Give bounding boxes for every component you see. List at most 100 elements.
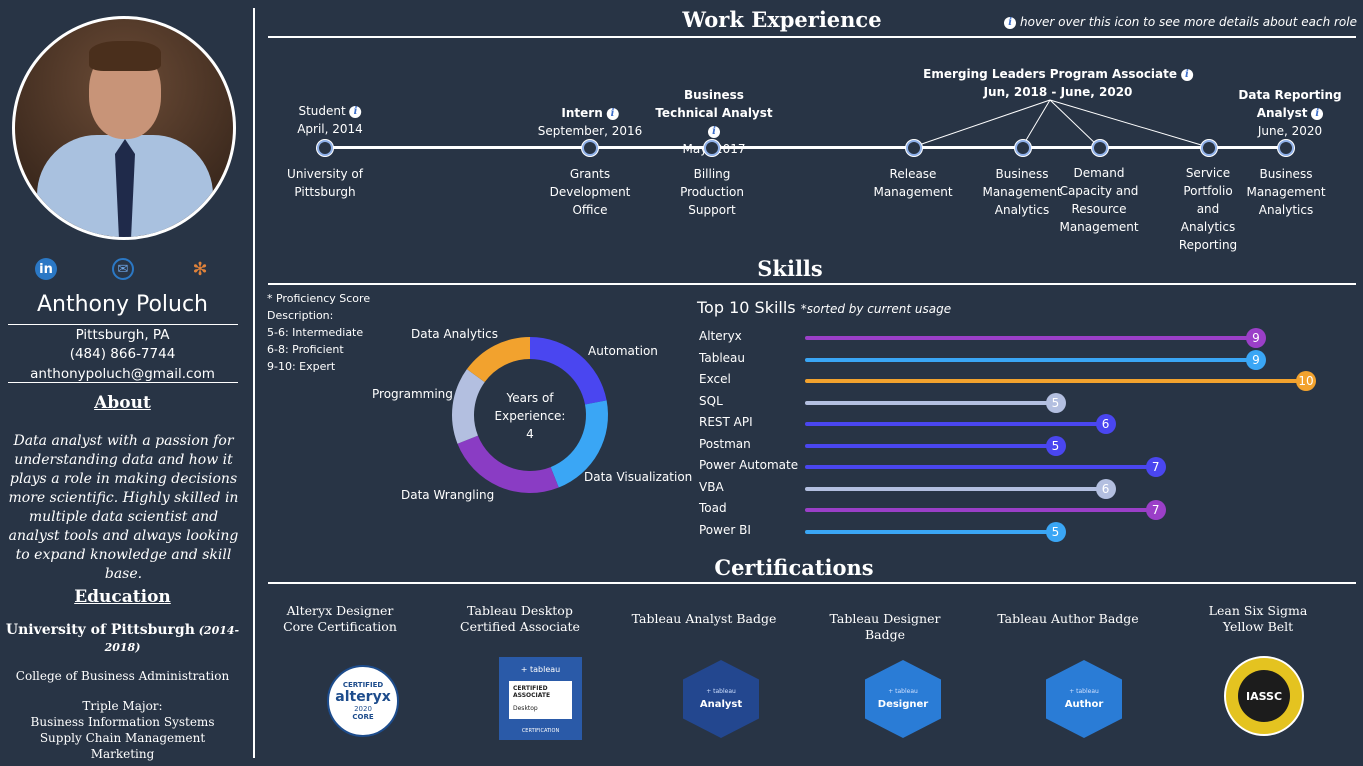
role-title: Intern	[561, 106, 603, 120]
timeline-dot[interactable]	[1092, 140, 1108, 156]
rotation-description: Service Portfolio and Analytics Reportin…	[1178, 166, 1238, 252]
skill-score[interactable]: 5	[1045, 435, 1066, 456]
skill-label: Postman	[699, 436, 751, 451]
skill-bar[interactable]	[805, 400, 1056, 405]
donut-label: Data Analytics	[411, 327, 498, 341]
rotation-description: Business Management Analytics	[982, 167, 1062, 217]
skill-bar[interactable]	[805, 508, 1156, 512]
role-intern: Intern i September, 2016	[538, 104, 643, 140]
timeline-dot[interactable]	[906, 140, 922, 156]
section-divider	[268, 283, 1356, 285]
badge-text: + tableau	[706, 688, 736, 695]
timeline-dot[interactable]	[1201, 140, 1217, 156]
skill-bar[interactable]	[805, 529, 1056, 534]
education-school: University of Pittsburgh (2014-2018)	[0, 622, 245, 656]
proficiency-legend: * Proficiency Score Description: 5-6: In…	[267, 290, 370, 375]
timeline-dot[interactable]	[582, 140, 598, 156]
donut-center-line: Years of	[506, 391, 554, 405]
badge-text: + tableau	[520, 665, 561, 674]
skill-bar[interactable]	[805, 357, 1256, 362]
cert-name: Tableau Desktop Certified Associate	[460, 603, 580, 634]
info-icon[interactable]: i	[708, 126, 720, 138]
timeline-dot[interactable]	[704, 140, 720, 156]
donut-center-label: Years of Experience: 4	[470, 389, 590, 443]
timeline-dot[interactable]	[317, 140, 333, 156]
info-icon[interactable]: i	[349, 106, 362, 118]
skill-bar[interactable]	[805, 443, 1056, 448]
top-skills-title: Top 10 Skills *sorted by current usage	[697, 298, 951, 317]
divider	[8, 324, 238, 325]
timeline-dot[interactable]	[1015, 140, 1031, 156]
badge-text: IASSC	[1238, 670, 1290, 722]
role-date: June, 2020	[1257, 124, 1323, 138]
tableau-associate-badge[interactable]: + tableau CERTIFIED ASSOCIATE Desktop CE…	[499, 657, 582, 740]
donut-center-line: Experience:	[494, 409, 566, 423]
skill-bar[interactable]	[805, 379, 1306, 383]
top-skills-title-text: Top 10 Skills	[697, 298, 796, 317]
skill-label: SQL	[699, 393, 723, 408]
cert-name: Alteryx Designer Core Certification	[283, 603, 397, 634]
skill-score[interactable]: 7	[1145, 500, 1166, 520]
skill-label: VBA	[699, 479, 724, 494]
cert-name: Lean Six Sigma Yellow Belt	[1208, 603, 1308, 634]
badge-text: CERTIFIED ASSOCIATE	[513, 685, 551, 699]
rotation-description: Demand Capacity and Resource Management	[1059, 166, 1139, 234]
tableau-designer-badge[interactable]: + tableau Designer	[865, 660, 941, 738]
skill-bar[interactable]	[805, 422, 1106, 426]
skill-score[interactable]: 7	[1145, 457, 1166, 477]
legend-line: * Proficiency Score	[267, 292, 371, 305]
email-link[interactable]: anthonypoluch@gmail.com	[0, 366, 245, 382]
role-description: Grants Development Office	[549, 167, 631, 217]
donut-label: Data Visualization	[584, 470, 693, 484]
skill-bar[interactable]	[805, 486, 1106, 491]
badge-text: Designer	[877, 699, 929, 710]
iassc-badge[interactable]: IASSC	[1224, 656, 1304, 736]
rotation-description: Release Management	[873, 167, 953, 199]
badge-text: + tableau	[1069, 688, 1099, 695]
connector-line	[912, 99, 1051, 148]
role-emerging-leaders: Emerging Leaders Program Associate i Jun…	[923, 65, 1193, 101]
role-title: Student	[298, 104, 346, 118]
skill-score[interactable]: 6	[1095, 478, 1116, 499]
donut-label: Data Wrangling	[401, 488, 495, 502]
badge-text: CORE	[352, 713, 374, 721]
tableau-analyst-badge[interactable]: + tableau Analyst	[683, 660, 759, 738]
donut-slice-data-analytics[interactable]	[466, 337, 530, 383]
major-item: Marketing	[90, 747, 155, 761]
skill-bar[interactable]	[805, 336, 1256, 340]
skill-label: Power BI	[699, 522, 751, 537]
donut-slice-data-wrangling[interactable]	[457, 435, 559, 493]
role-title: Data Reporting Analyst	[1238, 88, 1342, 120]
skill-bar[interactable]	[805, 465, 1156, 469]
donut-label: Programming	[372, 387, 453, 401]
skill-score[interactable]: 9	[1245, 349, 1266, 370]
info-icon[interactable]: i	[606, 108, 619, 120]
divider	[8, 382, 238, 383]
skill-score[interactable]: 10	[1296, 371, 1316, 391]
skill-score[interactable]: 6	[1095, 414, 1116, 434]
timeline-dot[interactable]	[1278, 140, 1294, 156]
role-description: Business Management Analytics	[1246, 167, 1326, 217]
role-student: Student i April, 2014	[297, 102, 363, 138]
skill-score[interactable]: 5	[1045, 392, 1066, 413]
badge-text: Analyst	[699, 699, 743, 710]
connector-line	[1049, 99, 1209, 148]
role-description: University of Pittsburgh	[287, 167, 363, 199]
tableau-author-badge[interactable]: + tableau Author	[1046, 660, 1122, 738]
skills-heading-text: Skills	[757, 256, 823, 281]
info-icon[interactable]: i	[1180, 69, 1193, 81]
badge-text: CERTIFICATION	[521, 728, 560, 734]
skill-label: Power Automate	[699, 458, 799, 472]
badge-text: 2020	[354, 705, 372, 713]
donut-center-value: 4	[526, 427, 534, 441]
major-heading: Triple Major:	[82, 699, 163, 713]
alteryx-badge[interactable]: CERTIFIED alteryx 2020 CORE	[327, 665, 399, 737]
major-item: Supply Chain Management	[39, 731, 206, 745]
skill-score[interactable]: 5	[1045, 521, 1066, 542]
cert-name: Tableau Designer Badge	[829, 611, 941, 642]
info-icon[interactable]: i	[1311, 108, 1324, 120]
legend-line: 9-10: Expert	[267, 360, 336, 373]
skill-score[interactable]: 9	[1245, 328, 1266, 348]
badge-text: alteryx	[335, 689, 391, 705]
legend-line: 6-8: Proficient	[267, 343, 344, 356]
